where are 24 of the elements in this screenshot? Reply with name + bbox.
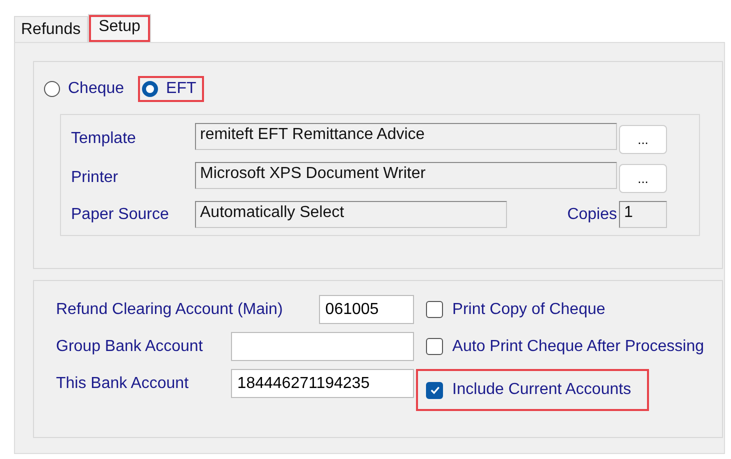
printer-field[interactable]: Microsoft XPS Document Writer	[195, 162, 617, 189]
tab[interactable]: Refunds	[14, 16, 88, 42]
field-label: This Bank Account	[56, 374, 189, 392]
account-field[interactable]	[231, 332, 414, 361]
browse-button[interactable]: ...	[619, 125, 667, 154]
check-icon	[428, 384, 441, 396]
checkbox[interactable]: Print Copy of Cheque	[416, 295, 624, 324]
field-label: Copies	[567, 206, 617, 224]
field-label: Refund Clearing Account (Main)	[56, 300, 283, 318]
field-label: Paper Source	[71, 206, 170, 224]
radio-button[interactable]: EFT	[138, 76, 204, 102]
account-field[interactable]: 184446271194235	[231, 369, 414, 398]
checkbox[interactable]: Include Current Accounts	[416, 369, 650, 411]
paper-source-field[interactable]: Automatically Select	[195, 201, 507, 228]
copies-field[interactable]: 1	[619, 201, 667, 228]
field-label: Template	[71, 130, 137, 148]
template-field[interactable]: remiteft EFT Remittance Advice	[195, 123, 617, 150]
browse-button[interactable]: ...	[619, 164, 667, 193]
checkbox[interactable]: Auto Print Cheque After Processing	[416, 332, 722, 361]
field-label: Printer	[71, 168, 120, 186]
radio-button[interactable]: Cheque	[40, 76, 132, 102]
tab[interactable]: Setup	[88, 14, 152, 42]
field-label: Group Bank Account	[56, 338, 203, 356]
account-field[interactable]: 061005	[319, 295, 414, 324]
